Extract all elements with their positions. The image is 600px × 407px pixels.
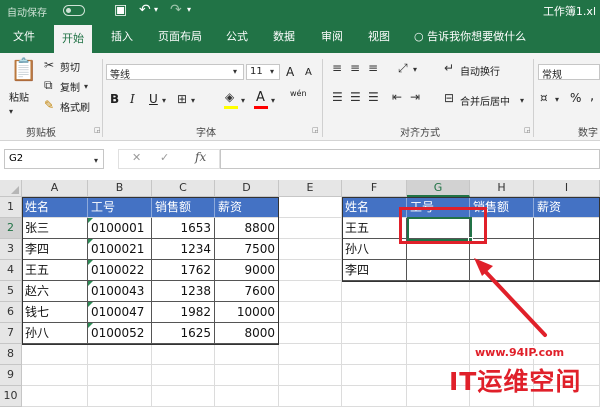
watermark-brand: IT运维空间 [449,367,582,396]
annotation-arrow [474,258,547,337]
watermark-site: www.94IP.com [473,346,567,359]
